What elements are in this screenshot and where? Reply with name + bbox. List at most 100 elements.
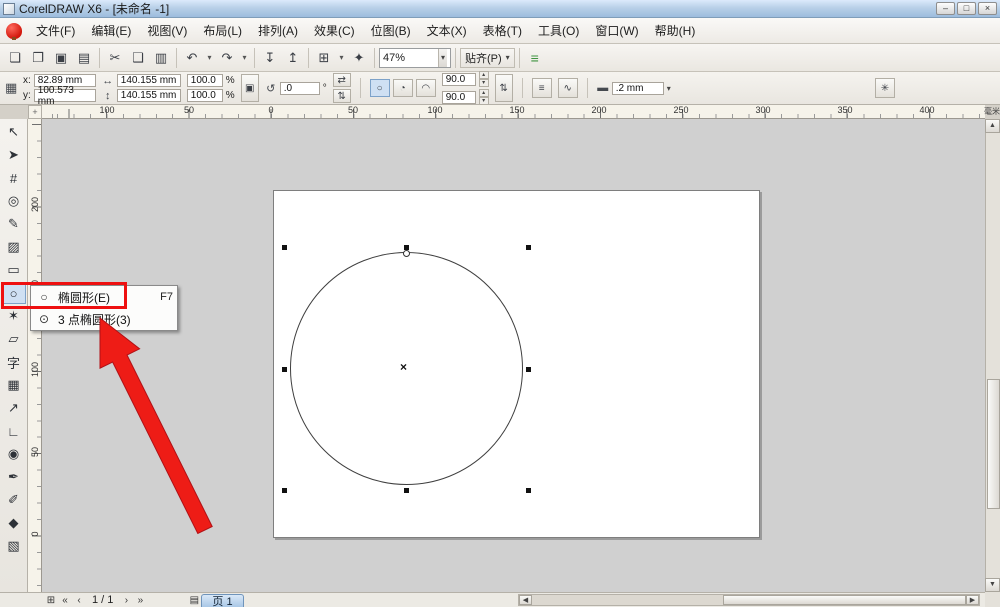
smart-fill-tool[interactable]: ▨ <box>2 236 26 258</box>
open-button[interactable]: ❐ <box>27 47 49 69</box>
selection-handle[interactable] <box>404 245 409 250</box>
options-button[interactable]: ≡ <box>524 47 546 69</box>
new-document-button[interactable]: ❏ <box>4 47 26 69</box>
menu-window[interactable]: 窗口(W) <box>587 19 646 42</box>
selection-handle[interactable] <box>282 367 287 372</box>
copy-button[interactable]: ❑ <box>127 47 149 69</box>
arc-end-angle-field[interactable]: 90.0 <box>441 90 476 104</box>
menu-view[interactable]: 视图(V) <box>139 19 195 42</box>
selection-handle[interactable] <box>282 488 287 493</box>
arc-start-angle-field[interactable]: 90.0 <box>441 72 476 86</box>
save-button[interactable]: ▣ <box>50 47 72 69</box>
undo-button[interactable]: ↶ <box>181 47 203 69</box>
redo-button[interactable]: ↷ <box>216 47 238 69</box>
redo-dropdown-icon[interactable]: ▾ <box>239 47 250 69</box>
scale-x-field[interactable]: 100.0 <box>186 74 223 87</box>
horizontal-scroll-thumb[interactable] <box>723 595 966 605</box>
snap-to-dropdown[interactable]: 贴齐(P) ▾ <box>460 47 515 68</box>
welcome-screen-button[interactable]: ✦ <box>348 47 370 69</box>
menu-arrange[interactable]: 排列(A) <box>250 19 306 42</box>
next-page-button[interactable]: › <box>119 594 133 606</box>
pick-tool[interactable]: ↖ <box>2 121 26 143</box>
horizontal-scrollbar[interactable]: ◀ ▶ <box>518 594 980 606</box>
menu-tools[interactable]: 工具(O) <box>530 19 587 42</box>
y-position-field[interactable]: 100.573 mm <box>33 85 96 107</box>
connector-tool[interactable]: ∟ <box>2 420 26 442</box>
menu-table[interactable]: 表格(T) <box>475 19 530 42</box>
menu-file[interactable]: 文件(F) <box>28 19 83 42</box>
print-button[interactable]: ▤ <box>73 47 95 69</box>
menu-help[interactable]: 帮助(H) <box>647 19 704 42</box>
ruler-origin-button[interactable]: + <box>28 105 42 119</box>
selection-handle[interactable] <box>526 367 531 372</box>
undo-dropdown-icon[interactable]: ▾ <box>204 47 215 69</box>
ellipse-node[interactable] <box>403 250 410 257</box>
text-tool[interactable]: 字 <box>2 351 26 373</box>
menu-bitmaps[interactable]: 位图(B) <box>363 19 419 42</box>
scroll-right-button[interactable]: ▶ <box>966 595 979 605</box>
freehand-tool[interactable]: ✎ <box>2 213 26 235</box>
export-button[interactable]: ↥ <box>282 47 304 69</box>
arc-end-spinner[interactable]: ▴ ▾ <box>478 89 489 105</box>
spinner-up-icon[interactable]: ▴ <box>478 71 489 79</box>
previous-page-button[interactable]: ‹ <box>72 594 86 606</box>
scroll-down-button[interactable]: ▼ <box>985 578 1000 592</box>
add-page-button[interactable]: ⊞ <box>44 594 58 606</box>
spinner-down-icon[interactable]: ▾ <box>478 97 489 105</box>
basic-shapes-tool[interactable]: ▱ <box>2 328 26 350</box>
spinner-up-icon[interactable]: ▴ <box>478 89 489 97</box>
vertical-scroll-thumb[interactable] <box>987 379 1000 509</box>
vertical-scrollbar[interactable]: ▲ ▼ <box>985 119 1000 592</box>
scale-y-field[interactable]: 100.0 <box>186 89 223 102</box>
import-button[interactable]: ↧ <box>259 47 281 69</box>
interactive-fill-tool[interactable]: ▧ <box>2 535 26 557</box>
horizontal-ruler[interactable]: 100 50 0 50 100 150 200 250 300 350 400 <box>42 105 985 119</box>
app-launcher-button[interactable]: ⊞ <box>313 47 335 69</box>
chevron-down-icon[interactable]: ▾ <box>437 48 447 67</box>
app-launcher-dropdown-icon[interactable]: ▾ <box>336 47 347 69</box>
minimize-button[interactable]: – <box>936 2 955 15</box>
selection-handle[interactable] <box>282 245 287 250</box>
crop-tool[interactable]: # <box>2 167 26 189</box>
dimension-tool[interactable]: ↗ <box>2 397 26 419</box>
menu-effects[interactable]: 效果(C) <box>306 19 363 42</box>
shape-tool[interactable]: ➤ <box>2 144 26 166</box>
eyedropper-tool[interactable]: ✒ <box>2 466 26 488</box>
close-button[interactable]: × <box>978 2 997 15</box>
change-direction-button[interactable]: ⇅ <box>494 74 513 102</box>
arc-start-spinner[interactable]: ▴ ▾ <box>478 71 489 87</box>
vertical-ruler[interactable]: 200 150 100 50 0 <box>28 119 42 592</box>
scroll-up-button[interactable]: ▲ <box>985 119 1000 133</box>
lock-ratio-button[interactable]: ▣ <box>240 74 259 102</box>
scroll-left-button[interactable]: ◀ <box>519 595 532 605</box>
selection-handle[interactable] <box>526 245 531 250</box>
zoom-tool[interactable]: ◎ <box>2 190 26 212</box>
symmetry-wheel-button[interactable]: ✳ <box>875 78 895 98</box>
arc-mode-button[interactable]: ◠ <box>415 79 436 97</box>
last-page-button[interactable]: » <box>133 594 147 606</box>
pie-mode-button[interactable]: ◔ <box>392 79 413 97</box>
menu-layout[interactable]: 布局(L) <box>195 19 250 42</box>
rectangle-tool[interactable]: ▭ <box>2 259 26 281</box>
mirror-horizontal-button[interactable]: ⇄ <box>332 73 351 87</box>
outline-width-select[interactable]: .2 mm <box>611 81 664 95</box>
convert-to-curves-button[interactable]: ∿ <box>557 78 578 98</box>
cut-button[interactable]: ✂ <box>104 47 126 69</box>
first-page-button[interactable]: « <box>58 594 72 606</box>
paste-button[interactable]: ▥ <box>150 47 172 69</box>
fill-tool[interactable]: ◆ <box>2 512 26 534</box>
zoom-level-select[interactable]: 47% ▾ <box>379 47 451 68</box>
object-height-field[interactable]: 140.155 mm <box>116 89 181 102</box>
mirror-vertical-button[interactable]: ⇅ <box>332 89 351 103</box>
page-tab[interactable]: 页 1 <box>201 593 244 607</box>
table-tool[interactable]: ▦ <box>2 374 26 396</box>
blend-tool[interactable]: ◉ <box>2 443 26 465</box>
rotation-angle-field[interactable]: .0 <box>279 81 320 95</box>
wrap-text-button[interactable]: ≡ <box>531 78 552 98</box>
maximize-button[interactable]: □ <box>957 2 976 15</box>
chevron-down-icon[interactable]: ▾ <box>667 84 671 93</box>
spinner-down-icon[interactable]: ▾ <box>478 79 489 87</box>
menu-edit[interactable]: 编辑(E) <box>83 19 139 42</box>
menu-text[interactable]: 文本(X) <box>419 19 475 42</box>
selection-handle[interactable] <box>526 488 531 493</box>
